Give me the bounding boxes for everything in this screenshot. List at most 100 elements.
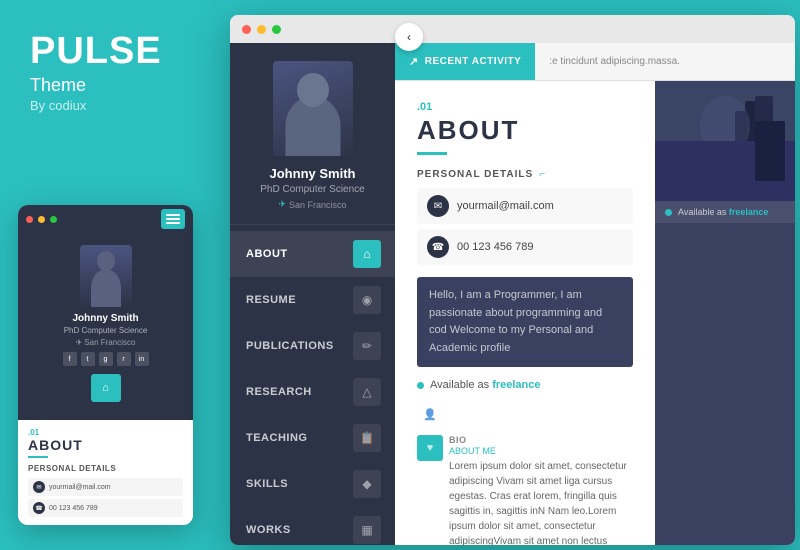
mobile-social-fb[interactable]: f [63, 352, 77, 366]
mobile-email-value: yourmail@mail.com [49, 484, 111, 491]
sidebar-nav: ABOUT ⌂ RESUME ◉ PUBLICATIONS ✏ RESEARCH… [230, 225, 395, 545]
nav-item-publications[interactable]: PUBLICATIONS ✏ [230, 323, 395, 369]
freelance-badge-text: Available as freelance [678, 207, 768, 217]
mobile-menu-icon [166, 214, 180, 224]
nav-item-works[interactable]: WORKS ▦ [230, 507, 395, 545]
brand-title: PULSE [30, 30, 162, 73]
mobile-avatar-img [80, 245, 132, 307]
bio-aboutme-row: ♥ BIO ABOUT ME Lorem ipsum dolor sit ame… [417, 435, 633, 545]
avatar-image [273, 61, 353, 156]
freelance-badge: Available as freelance [655, 201, 795, 223]
sidebar-profile-name: Johnny Smith [270, 166, 356, 181]
brand-by: By codiux [30, 98, 162, 113]
desktop-mockup: Johnny Smith PhD Computer Science ✈ San … [230, 15, 795, 545]
mobile-social-r[interactable]: r [117, 352, 131, 366]
mobile-phone-value: 00 123 456 789 [49, 505, 98, 512]
nav-icon-works: ▦ [353, 516, 381, 544]
mobile-section-title: ABOUT [28, 437, 183, 453]
phone-icon: ☎ [427, 236, 449, 258]
nav-label-publications: PUBLICATIONS [246, 340, 334, 352]
bio-text-block1: BIO ABOUT ME Lorem ipsum dolor sit amet,… [449, 435, 633, 545]
mobile-profile-section: Johnny Smith PhD Computer Science ✈ San … [18, 233, 193, 420]
mobile-phone-row: ☎ 00 123 456 789 [28, 499, 183, 517]
branding: PULSE Theme By codiux [30, 30, 162, 113]
mobile-profile-name: Johnny Smith [72, 313, 138, 324]
nav-item-about[interactable]: ABOUT ⌂ [230, 231, 395, 277]
home-icon: ⌂ [102, 382, 109, 394]
phone-value: 00 123 456 789 [457, 241, 533, 253]
mobile-profile-title: PhD Computer Science [64, 326, 148, 335]
nav-item-research[interactable]: RESEARCH △ [230, 369, 395, 415]
nav-item-skills[interactable]: SKILLS ◆ [230, 461, 395, 507]
nav-label-skills: SKILLS [246, 478, 288, 490]
freelance-green-dot [665, 209, 672, 216]
email-value: yourmail@mail.com [457, 200, 554, 212]
mobile-social-g[interactable]: g [99, 352, 113, 366]
freelance-available: Available as freelance [417, 379, 633, 391]
email-icon: ✉ [427, 195, 449, 217]
mobile-email-row: ✉ yourmail@mail.com [28, 478, 183, 496]
sidebar-profile-title: PhD Computer Science [260, 184, 365, 195]
nav-icon-about: ⌂ [353, 240, 381, 268]
bio-icon-row: 👤 [417, 401, 633, 427]
mobile-dot-yellow [38, 216, 45, 223]
phone-detail-row: ☎ 00 123 456 789 [417, 229, 633, 265]
desk-illustration [655, 81, 795, 201]
nav-icon-teaching: 📋 [353, 424, 381, 452]
bio-label: BIO [449, 435, 633, 445]
mobile-pd-label: PERSONAL DETAILS [28, 464, 183, 473]
freelance-value: freelance [492, 379, 540, 391]
nav-icon-research: △ [353, 378, 381, 406]
desktop-dot-red [242, 25, 251, 34]
pd-bracket: ⌐ [539, 169, 546, 180]
desktop-dot-yellow [257, 25, 266, 34]
mobile-divider [28, 456, 48, 458]
activity-graph-icon: ↗ [409, 55, 419, 68]
mobile-profile-location: ✈ San Francisco [76, 338, 136, 347]
location-icon: ✈ [76, 338, 83, 347]
desktop-dot-green [272, 25, 281, 34]
content-area: .01 ABOUT PERSONAL DETAILS ⌐ ✉ yourmail@… [395, 81, 795, 545]
nav-item-resume[interactable]: RESUME ◉ [230, 277, 395, 323]
email-detail-row: ✉ yourmail@mail.com [417, 188, 633, 224]
mobile-content: .01 ABOUT PERSONAL DETAILS ✉ yourmail@ma… [18, 420, 193, 525]
content-right-image [655, 81, 795, 201]
mobile-dot-red [26, 216, 33, 223]
nav-label-teaching: TEACHING [246, 432, 307, 444]
mobile-mockup: Johnny Smith PhD Computer Science ✈ San … [18, 205, 193, 525]
bio-sublabel: ABOUT ME [449, 446, 633, 456]
sidebar-profile: Johnny Smith PhD Computer Science ✈ San … [230, 43, 395, 225]
personal-details-label: PERSONAL DETAILS ⌐ [417, 169, 633, 180]
mobile-phone-icon: ☎ [33, 502, 45, 514]
mobile-teal-btn[interactable] [161, 209, 185, 229]
mobile-home-btn[interactable]: ⌂ [91, 374, 121, 402]
mobile-dot-green [50, 216, 57, 223]
mobile-social-tw[interactable]: t [81, 352, 95, 366]
nav-label-resume: RESUME [246, 294, 296, 306]
sidebar-location-icon: ✈ [278, 199, 286, 210]
nav-item-teaching[interactable]: TEACHING 📋 [230, 415, 395, 461]
nav-label-about: ABOUT [246, 248, 288, 260]
available-dot [417, 382, 424, 389]
mobile-social-in[interactable]: in [135, 352, 149, 366]
heading-underline [417, 152, 447, 155]
nav-icon-resume: ◉ [353, 286, 381, 314]
mobile-top-bar [18, 205, 193, 233]
bio-person-icon: 👤 [417, 401, 443, 427]
section-heading: ABOUT [417, 115, 633, 146]
freelance-label: Available as freelance [430, 379, 541, 391]
desktop-body: Johnny Smith PhD Computer Science ✈ San … [230, 43, 795, 545]
content-main-panel: .01 ABOUT PERSONAL DETAILS ⌐ ✉ yourmail@… [395, 81, 655, 545]
section-number: .01 [417, 101, 633, 113]
main-content: ‹ ↗ RECENT ACTIVITY :e tincidunt adipisc… [395, 43, 795, 545]
mobile-section-num: .01 [28, 428, 183, 437]
content-topbar: ↗ RECENT ACTIVITY :e tincidunt adipiscin… [395, 43, 795, 81]
sidebar-profile-location: ✈ San Francisco [278, 199, 346, 210]
nav-label-works: WORKS [246, 524, 291, 536]
bio-para1: Lorem ipsum dolor sit amet, consectetur … [449, 459, 633, 545]
nav-icon-skills: ◆ [353, 470, 381, 498]
mobile-email-icon: ✉ [33, 481, 45, 493]
intro-text: Hello, I am a Programmer, I am passionat… [417, 277, 633, 367]
desktop-top-bar [230, 15, 795, 43]
mobile-social-links: f t g r in [63, 352, 149, 366]
